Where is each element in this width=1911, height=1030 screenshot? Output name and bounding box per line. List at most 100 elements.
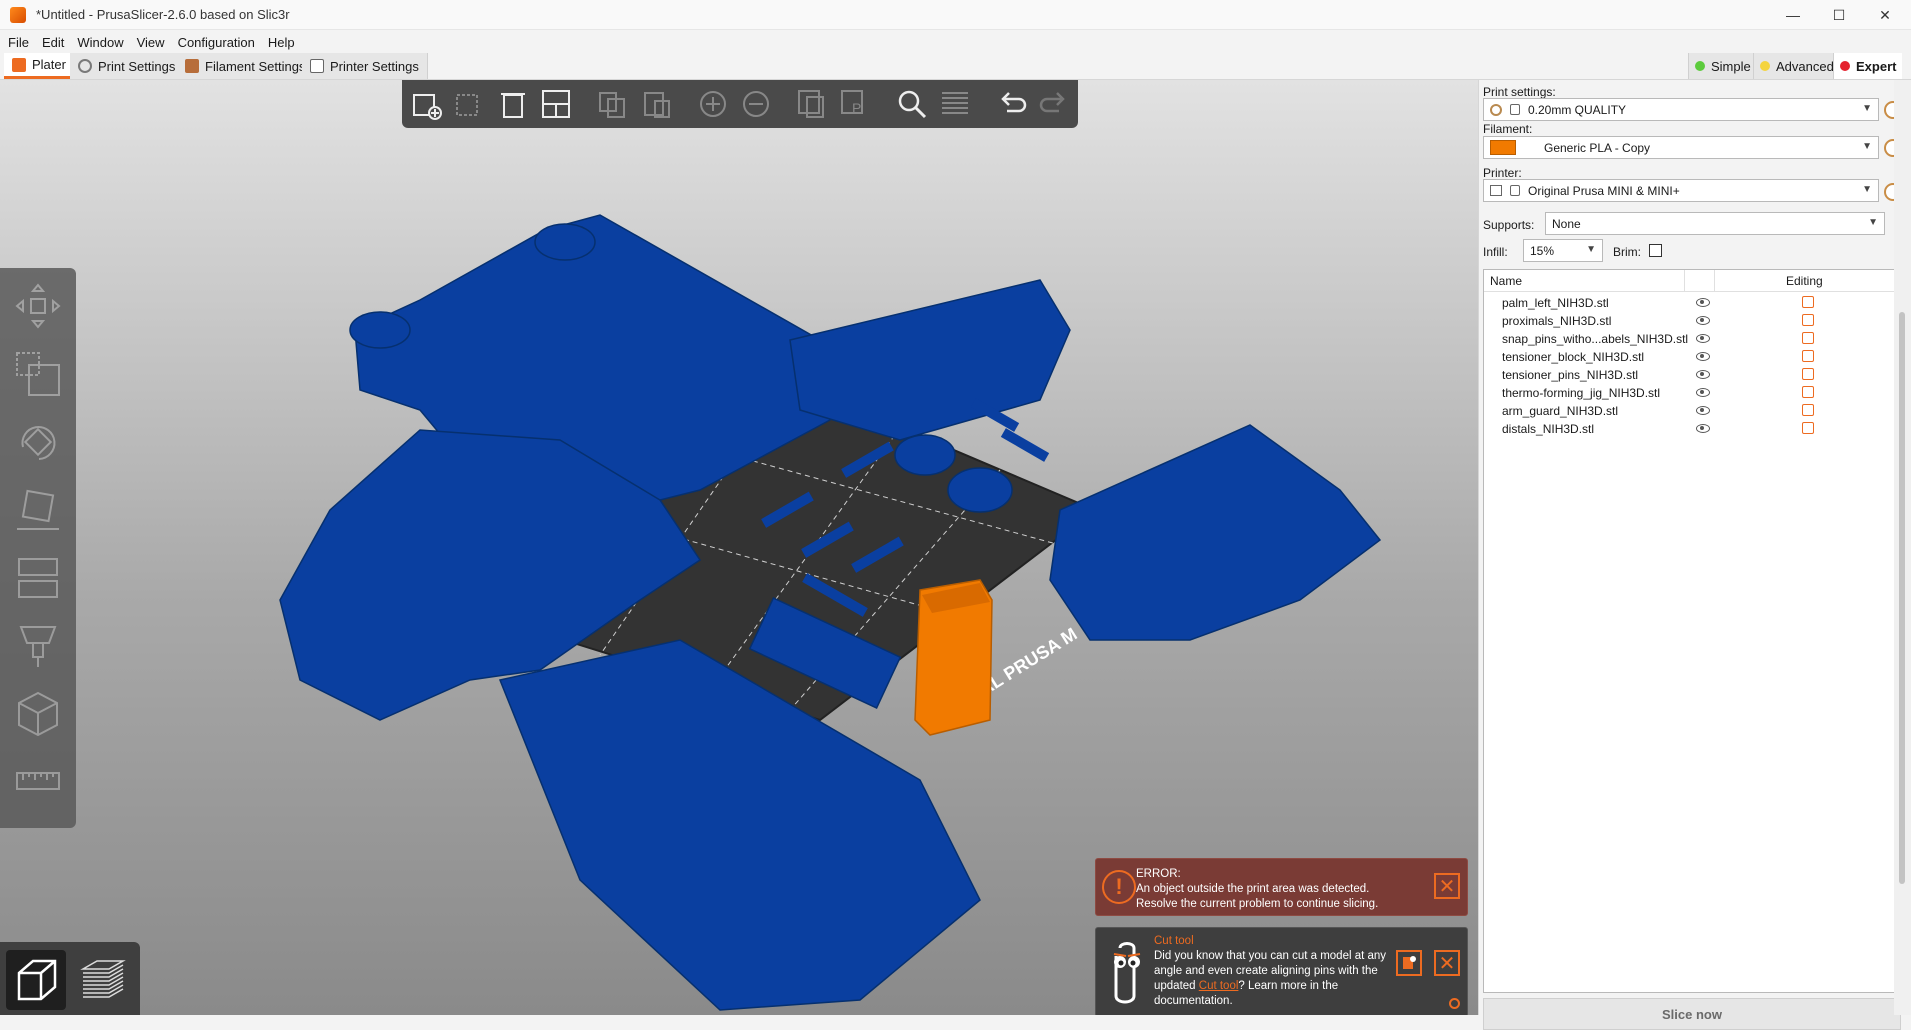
preview-button[interactable] — [72, 950, 132, 1010]
copy-icon — [599, 92, 626, 118]
eye-icon[interactable] — [1696, 370, 1710, 379]
cut-tool-link[interactable]: Cut tool — [1199, 980, 1239, 992]
supports-combo[interactable]: None ▼ — [1545, 212, 1885, 235]
infill-value: 15% — [1530, 243, 1555, 258]
eye-icon[interactable] — [1696, 334, 1710, 343]
edit-icon[interactable] — [1802, 368, 1814, 380]
slice-now-button[interactable]: Slice now — [1483, 998, 1901, 1030]
arrange-button[interactable] — [537, 84, 576, 124]
copy-button[interactable] — [594, 84, 633, 124]
plus-circle-icon — [699, 91, 726, 117]
move-tool-button[interactable] — [6, 276, 70, 336]
hint-settings-gear-icon[interactable] — [1449, 998, 1460, 1009]
tab-print-settings[interactable]: Print Settings — [70, 53, 185, 79]
rotate-tool-button[interactable] — [6, 412, 70, 472]
seam-painting-tool-button[interactable] — [6, 684, 70, 744]
mode-advanced[interactable]: Advanced — [1753, 53, 1840, 79]
printer-icon — [1490, 185, 1502, 196]
object-name: tensioner_pins_NIH3D.stl — [1502, 368, 1639, 382]
redo-button[interactable] — [1035, 84, 1074, 124]
edit-icon[interactable] — [1802, 404, 1814, 416]
cut-tool-button[interactable] — [6, 548, 70, 608]
rotate-icon — [21, 426, 56, 460]
eye-icon[interactable] — [1696, 388, 1710, 397]
minimize-button[interactable]: — — [1770, 0, 1816, 30]
print-settings-combo[interactable]: 0.20mm QUALITY ▼ — [1483, 98, 1879, 121]
chevron-down-icon: ▼ — [1862, 184, 1872, 195]
object-name: tensioner_block_NIH3D.stl — [1502, 350, 1645, 364]
object-list-header: Name Editing — [1484, 270, 1900, 292]
menu-window[interactable]: Window — [77, 35, 123, 50]
menu-edit[interactable]: Edit — [42, 35, 64, 50]
plater-toolbar: P — [402, 80, 1078, 128]
eye-icon[interactable] — [1696, 352, 1710, 361]
selected-object[interactable] — [914, 579, 993, 736]
filament-combo[interactable]: Generic PLA - Copy ▼ — [1483, 136, 1879, 159]
scrollbar-thumb[interactable] — [1899, 312, 1905, 884]
add-instance-button[interactable] — [693, 84, 732, 124]
mode-simple[interactable]: Simple — [1688, 53, 1757, 79]
3d-view-button[interactable] — [6, 950, 66, 1010]
edit-icon[interactable] — [1802, 350, 1814, 362]
layer-editing-button[interactable] — [935, 84, 974, 124]
undo-button[interactable] — [992, 84, 1031, 124]
mode-expert[interactable]: Expert — [1833, 53, 1903, 79]
menu-configuration[interactable]: Configuration — [178, 35, 255, 50]
eye-icon[interactable] — [1696, 316, 1710, 325]
edit-icon[interactable] — [1802, 296, 1814, 308]
maximize-button[interactable]: ☐ — [1816, 0, 1862, 30]
paste-icon — [644, 92, 671, 118]
tab-plater[interactable]: Plater — [4, 53, 75, 79]
edit-icon[interactable] — [1802, 386, 1814, 398]
ruler-icon — [16, 772, 60, 790]
object-row[interactable]: distals_NIH3D.stl — [1484, 418, 1900, 440]
object-name: thermo-forming_jig_NIH3D.stl — [1502, 386, 1661, 400]
scale-tool-button[interactable] — [6, 344, 70, 404]
edit-icon[interactable] — [1802, 332, 1814, 344]
close-window-button[interactable]: ✕ — [1862, 0, 1908, 30]
place-on-face-tool-button[interactable] — [6, 480, 70, 540]
move-icon — [15, 283, 61, 329]
menu-file[interactable]: File — [8, 35, 29, 50]
split-objects-button[interactable] — [793, 84, 832, 124]
filament-color-swatch[interactable] — [1490, 140, 1516, 155]
open-documentation-button[interactable] — [1396, 950, 1422, 976]
remove-instance-button[interactable] — [736, 84, 775, 124]
cube-icon — [17, 959, 57, 1001]
close-error-button[interactable]: ✕ — [1434, 873, 1460, 899]
infill-combo[interactable]: 15% ▼ — [1523, 239, 1603, 262]
eye-icon[interactable] — [1696, 298, 1710, 307]
layers-preview-icon — [80, 960, 126, 998]
edit-icon[interactable] — [1802, 422, 1814, 434]
support-painting-tool-button[interactable] — [6, 616, 70, 676]
delete-button[interactable] — [451, 84, 490, 124]
error-message-line2: Resolve the current problem to continue … — [1136, 898, 1379, 910]
delete-all-button[interactable] — [494, 84, 533, 124]
menu-view[interactable]: View — [137, 35, 165, 50]
brim-label: Brim: — [1613, 245, 1641, 259]
measure-tool-button[interactable] — [6, 752, 70, 812]
chevron-down-icon: ▼ — [1862, 141, 1872, 152]
eye-icon[interactable] — [1696, 424, 1710, 433]
add-object-button[interactable] — [408, 84, 447, 124]
eye-icon[interactable] — [1696, 406, 1710, 415]
cube-icon — [18, 691, 58, 737]
split-parts-button[interactable]: P — [836, 84, 875, 124]
object-name: snap_pins_witho...abels_NIH3D.stl — [1502, 332, 1689, 346]
tab-filament-settings[interactable]: Filament Settings — [177, 53, 315, 79]
brim-checkbox[interactable] — [1649, 244, 1662, 257]
menu-help[interactable]: Help — [268, 35, 295, 50]
printer-combo[interactable]: Original Prusa MINI & MINI+ ▼ — [1483, 179, 1879, 202]
column-editing[interactable]: Editing — [1786, 274, 1823, 288]
search-button[interactable] — [892, 84, 931, 124]
column-name[interactable]: Name — [1490, 274, 1522, 288]
error-icon: ! — [1102, 870, 1136, 904]
close-hint-button[interactable]: ✕ — [1434, 950, 1460, 976]
3d-viewport[interactable]: ORIGINAL PRUSA M P ! ERROR: An object ou… — [0, 80, 1478, 1015]
search-icon — [898, 90, 926, 119]
edit-icon[interactable] — [1802, 314, 1814, 326]
sidebar-scrollbar[interactable] — [1894, 80, 1911, 1015]
hint-mascot-icon — [1113, 942, 1141, 1004]
tab-printer-settings[interactable]: Printer Settings — [302, 53, 428, 79]
paste-button[interactable] — [637, 84, 676, 124]
